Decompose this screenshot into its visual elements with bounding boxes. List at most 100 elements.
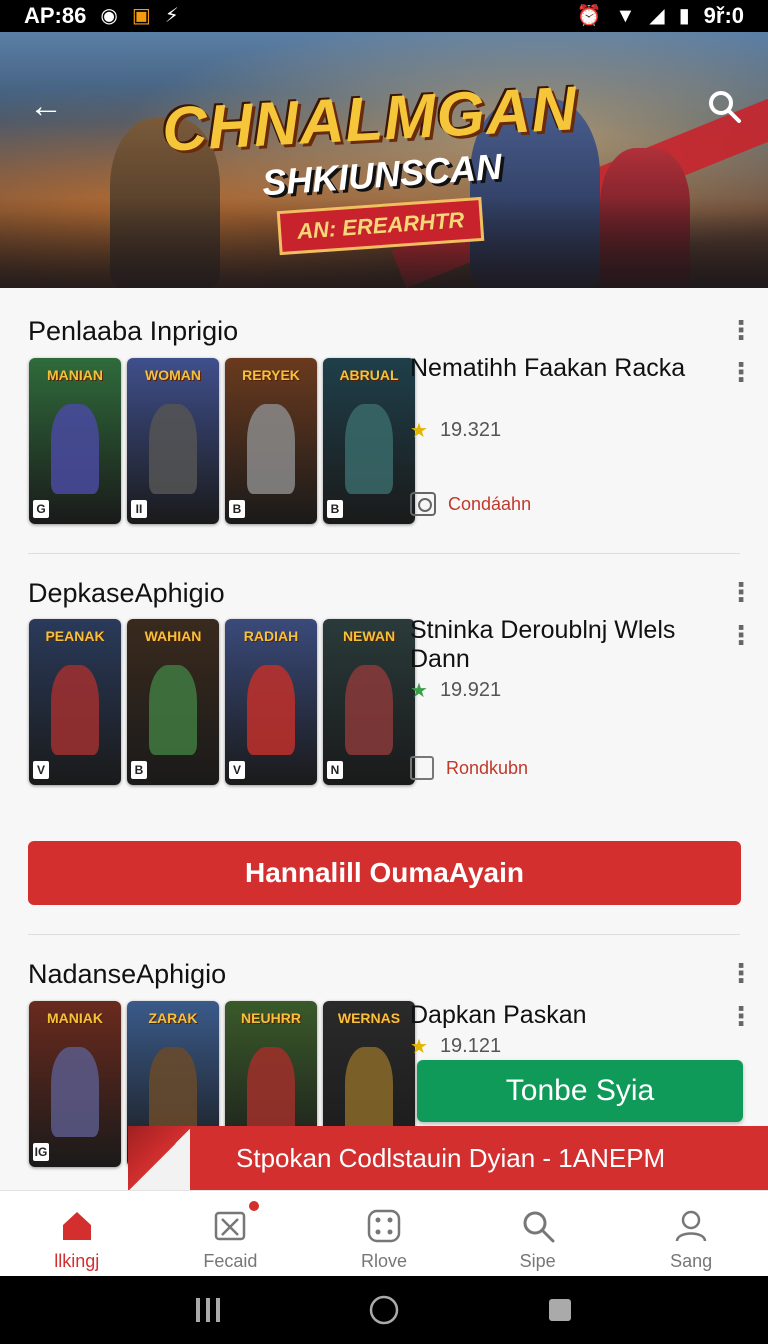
thumbnail-figure [51, 404, 99, 494]
thumbnail-badge: V [229, 761, 245, 779]
thumbnail-title: PEANAK [45, 628, 105, 644]
rating: ★ 19.321 [410, 418, 501, 443]
game-thumbnail[interactable]: MANIAK IG [29, 1001, 121, 1167]
game-section: DepkaseAphigio ⋮ ⋮ PEANAK V WAHIAN B RADIAH V… [0, 553, 768, 843]
action-link[interactable]: Condáahn [410, 492, 531, 516]
search-icon [523, 1211, 555, 1243]
nav-item-home[interactable]: llkingj [0, 1191, 154, 1276]
nav-item-featured[interactable]: Fecaid [154, 1191, 308, 1276]
home-icon [62, 1212, 91, 1240]
alarm-icon: ⏰ [576, 5, 602, 27]
nav-label: Fecaid [203, 1251, 258, 1271]
app-notification-icon: ▣ [131, 5, 151, 27]
game-name[interactable]: Nematihh Faakan Racka [410, 354, 710, 383]
nav-label: Rlove [360, 1251, 407, 1271]
thumbnail-badge: B [131, 761, 147, 779]
game-thumbnail[interactable]: RADIAH V [225, 619, 317, 785]
thumbnail-title: MANIAN [47, 367, 103, 383]
game-name[interactable]: Stninka Deroublnj Wlels Dann [410, 616, 710, 674]
bolt-icon: ⚡ [164, 5, 179, 27]
thumbnail-title: NEWAN [342, 628, 396, 644]
thumbnail-badge: V [33, 761, 49, 779]
signal-icon: ◢ [649, 5, 665, 27]
notification-icon: ◉ [100, 5, 118, 27]
thumbnail-title: MANIAK [47, 1010, 103, 1026]
thumbnail-title: ZARAK [148, 1010, 198, 1026]
main-content[interactable]: Penlaaba Inprigio ⋮ ⋮ MANIAN G WOMAN II RERY… [0, 288, 768, 1190]
nav-label: Sipe [519, 1251, 556, 1271]
thumbnail-badge: B [327, 500, 343, 518]
section-title: DepkaseAphigio [28, 578, 225, 608]
status-time: AP:86 [24, 3, 87, 28]
checkbox-icon[interactable] [410, 756, 434, 780]
grid-icon [367, 1209, 401, 1243]
thumbnail-badge: IG [33, 1143, 49, 1161]
game-thumbnail[interactable]: MANIAN G [29, 358, 121, 524]
rating: ★ 19.921 [410, 678, 501, 703]
promo-fold [128, 1126, 194, 1190]
search-icon[interactable] [704, 86, 744, 126]
more-options-icon[interactable]: ⋮ [728, 621, 754, 649]
recent-apps-icon[interactable] [190, 1292, 226, 1328]
thumbnail-figure [345, 1047, 393, 1137]
game-thumbnail[interactable]: RERYEK B [225, 358, 317, 524]
nav-item-search[interactable]: Sipe [461, 1191, 615, 1276]
section-title: Penlaaba Inprigio [28, 316, 239, 346]
thumbnail-title: WOMAN [145, 367, 201, 383]
thumbnail-figure [345, 665, 393, 755]
action-link[interactable]: Rondkubn [410, 756, 528, 780]
bottom-navigation: llkingj Fecaid Rlove Sipe Sang [0, 1190, 768, 1276]
action-label: Rondkubn [446, 757, 529, 778]
thumbnail-figure [149, 665, 197, 755]
back-arrow-icon[interactable]: ← [26, 86, 66, 126]
install-button[interactable]: Tonbe Syia [417, 1060, 743, 1122]
action-label: Condáahn [448, 493, 532, 514]
thumbnail-figure [51, 1047, 99, 1137]
profile-icon [675, 1210, 707, 1242]
more-options-icon[interactable]: ⋮ [728, 316, 754, 344]
featured-icon [215, 1211, 246, 1241]
nav-item-grid[interactable]: Rlove [307, 1191, 461, 1276]
status-bar: AP:86 ◉ ▣ ⚡ ⏰ ▼ ◢ ▮ 9ř:0 [0, 0, 768, 32]
battery-icon: ▮ [678, 5, 690, 27]
promo-banner[interactable]: Stpokan Codlstauin Dyian - 1ANEPM [190, 1126, 768, 1190]
star-icon: ★ [410, 420, 428, 442]
section-title: NadanseAphigio [28, 959, 227, 989]
thumbnail-figure [247, 404, 295, 494]
game-thumbnail[interactable]: WAHIAN B [127, 619, 219, 785]
thumbnail-figure [149, 1047, 197, 1137]
game-thumbnail[interactable]: NEWAN N [323, 619, 415, 785]
back-button-icon[interactable] [542, 1292, 578, 1328]
thumbnail-title: NEUHRR [241, 1010, 301, 1026]
primary-cta-button[interactable]: Hannalill OumaAyain [28, 841, 741, 905]
more-options-icon[interactable]: ⋮ [728, 1002, 754, 1030]
thumbnail-figure [247, 665, 295, 755]
nav-label: Sang [670, 1251, 713, 1271]
more-options-icon[interactable]: ⋮ [728, 578, 754, 606]
home-button-icon[interactable] [366, 1292, 402, 1328]
thumbnail-badge: N [327, 761, 343, 779]
hero-banner[interactable]: CHNALMGAN SHKIUNSCAN AN: EREARHTR ← [0, 32, 768, 288]
more-options-icon[interactable]: ⋮ [728, 959, 754, 987]
game-thumbnail[interactable]: ABRUAL B [323, 358, 415, 524]
rating-value: 19.121 [439, 1035, 502, 1057]
thumbnail-figure [51, 665, 99, 755]
thumbnail-title: RADIAH [243, 628, 299, 644]
wifi-icon: ▼ [615, 5, 636, 27]
thumbnail-title: WERNAS [337, 1010, 401, 1026]
game-thumbnail[interactable]: WOMAN II [127, 358, 219, 524]
thumbnail-badge: G [33, 500, 49, 518]
star-icon: ★ [410, 680, 428, 702]
thumbnail-figure [345, 404, 393, 494]
nav-item-profile[interactable]: Sang [614, 1191, 768, 1276]
game-section: Penlaaba Inprigio ⋮ ⋮ MANIAN G WOMAN II RERY… [0, 288, 768, 553]
thumbnail-badge: II [131, 500, 147, 518]
thumbnail-title: WAHIAN [144, 628, 202, 644]
rating-value: 19.921 [439, 679, 502, 701]
status-clock: 9ř:0 [703, 3, 744, 28]
notification-badge [247, 1199, 262, 1213]
game-name[interactable]: Dapkan Paskan [410, 1001, 710, 1030]
more-options-icon[interactable]: ⋮ [728, 358, 754, 386]
game-thumbnail[interactable]: PEANAK V [29, 619, 121, 785]
rating: ★ 19.121 [410, 1034, 501, 1059]
